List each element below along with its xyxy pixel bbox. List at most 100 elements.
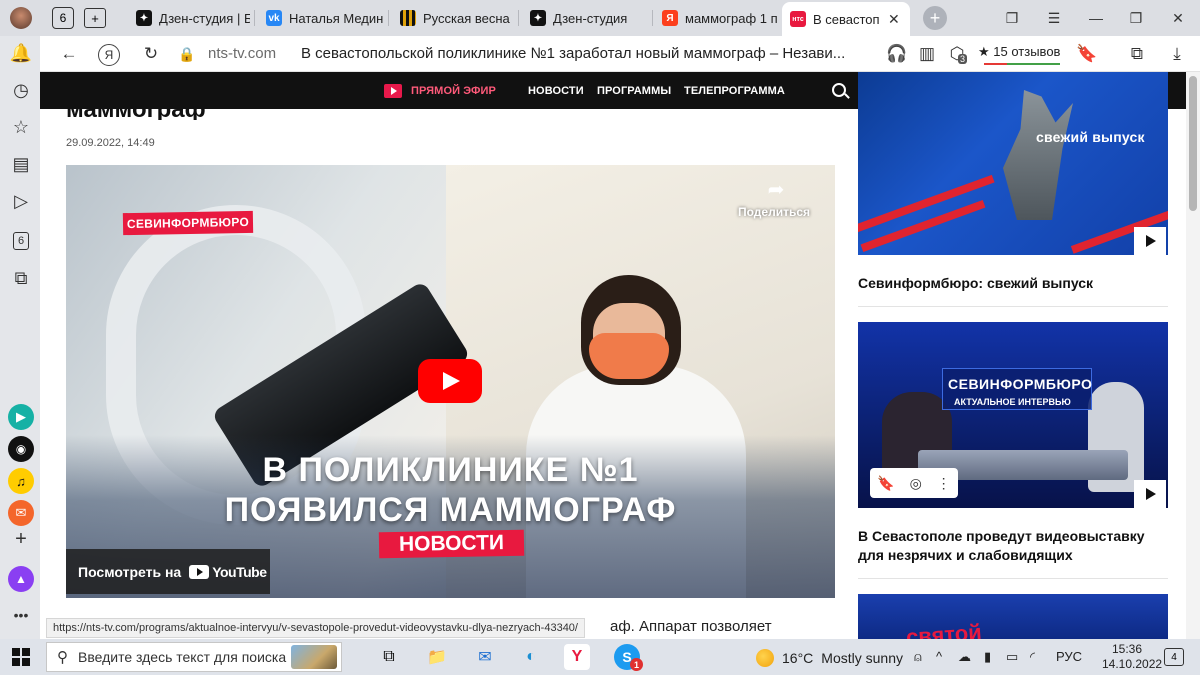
- taskbar-search[interactable]: ⚲ Введите здесь текст для поиска: [46, 642, 342, 672]
- new-tab-button[interactable]: +: [923, 6, 947, 30]
- bookmarks-panel-icon[interactable]: ❐: [992, 0, 1032, 36]
- page-scrollbar[interactable]: [1186, 72, 1200, 639]
- usb-icon[interactable]: ▮: [984, 649, 991, 665]
- card-thumbnail-3[interactable]: святой: [858, 594, 1168, 639]
- more-icon[interactable]: ⋮: [937, 475, 951, 492]
- watch-on-youtube-button[interactable]: Посмотреть на YouTube: [66, 549, 270, 594]
- nav-programs[interactable]: ПРОГРАММЫ: [597, 85, 671, 97]
- video-headline-1: В ПОЛИКЛИНИКЕ №1: [262, 451, 639, 489]
- back-icon[interactable]: ←: [58, 44, 80, 64]
- mail-icon[interactable]: ✉: [8, 500, 34, 526]
- bookmark-icon[interactable]: 🔖: [877, 475, 894, 492]
- page-title[interactable]: В севастопольской поликлинике №1 заработ…: [301, 45, 861, 62]
- taskbar: ⚲ Введите здесь текст для поиска ⧉ 📁 ✉ ◐…: [0, 639, 1200, 675]
- nav-news[interactable]: НОВОСТИ: [528, 85, 584, 97]
- card-thumbnail-2[interactable]: СЕВИНФОРМБЮРО АКТУАЛЬНОЕ ИНТЕРВЬЮ 🔖 ◎ ⋮: [858, 322, 1168, 508]
- yandex-icon[interactable]: Я: [98, 44, 120, 66]
- play-icon[interactable]: ▷: [8, 188, 34, 214]
- card-thumb-label: святой: [905, 619, 983, 639]
- weather-widget[interactable]: 16°C Mostly sunny: [756, 649, 903, 667]
- battery-icon[interactable]: ▭: [1006, 649, 1018, 665]
- tab-active[interactable]: нтс В севастопол ✕: [782, 2, 910, 36]
- history-icon[interactable]: ◷: [8, 77, 34, 103]
- play-icon[interactable]: [1134, 480, 1166, 508]
- screenshot-icon[interactable]: ⧉: [8, 265, 34, 291]
- share-button[interactable]: Поделиться: [738, 205, 810, 219]
- russian-spring-icon: [400, 10, 416, 26]
- nts-icon: нтс: [790, 11, 806, 27]
- youtube-play-button[interactable]: [418, 359, 482, 403]
- add-icon[interactable]: +: [8, 526, 34, 552]
- tab-separator: [652, 10, 653, 26]
- edge-icon[interactable]: ◐: [518, 644, 544, 670]
- share-icon[interactable]: ➦: [764, 177, 788, 201]
- more-icon[interactable]: •••: [8, 602, 34, 628]
- url-domain[interactable]: nts-tv.com: [208, 45, 276, 62]
- video-player[interactable]: СЕВИНФОРМБЮРО ➦ Поделиться В ПОЛИКЛИНИКЕ…: [66, 165, 835, 598]
- bookmark-icon[interactable]: 🔖: [1076, 44, 1098, 64]
- file-explorer-icon[interactable]: 📁: [424, 644, 450, 670]
- tab-counter-icon[interactable]: 6: [8, 228, 34, 254]
- minimize-icon[interactable]: —: [1076, 0, 1116, 36]
- task-view-icon[interactable]: ⧉: [376, 644, 402, 670]
- nav-tv-schedule[interactable]: ТЕЛЕПРОГРАММА: [684, 85, 785, 97]
- wifi-icon[interactable]: ◜: [1030, 649, 1035, 665]
- image-toolbar: 🔖 ◎ ⋮: [870, 468, 958, 498]
- tab-3[interactable]: Русская весна: [392, 4, 516, 32]
- profile-avatar[interactable]: [10, 7, 32, 29]
- collections-icon[interactable]: ⧉: [1126, 44, 1148, 64]
- language-indicator[interactable]: РУС: [1056, 649, 1082, 664]
- lock-icon[interactable]: 🔒: [176, 44, 198, 64]
- reviews-rating-bar: [984, 63, 1060, 65]
- taskbar-clock[interactable]: 15:36 14.10.2022: [1102, 642, 1162, 672]
- camera-search-icon[interactable]: ◎: [910, 475, 922, 492]
- live-icon[interactable]: [384, 84, 402, 98]
- reader-icon[interactable]: ▥: [916, 44, 938, 64]
- bell-icon[interactable]: 🔔: [8, 40, 34, 66]
- dzen-icon: ✦: [530, 10, 546, 26]
- nav-live[interactable]: ПРЯМОЙ ЭФИР: [411, 85, 496, 97]
- card-title-2[interactable]: В Севастополе проведут видеовыставку для…: [858, 527, 1168, 565]
- tray-chevron-icon[interactable]: ^: [936, 649, 942, 664]
- play-icon[interactable]: [1134, 227, 1166, 255]
- watch-on-label: Посмотреть на: [78, 563, 182, 580]
- people-icon[interactable]: ⍝: [914, 649, 922, 665]
- headphones-icon[interactable]: 🎧: [886, 44, 908, 64]
- mail-app-icon[interactable]: ✉: [472, 644, 498, 670]
- refresh-icon[interactable]: ↻: [140, 44, 162, 64]
- tab-5[interactable]: Я маммограф 1 п: [654, 4, 778, 32]
- clock-time: 15:36: [1111, 642, 1143, 656]
- windows-start-icon[interactable]: [12, 648, 30, 666]
- tab-2[interactable]: vk Наталья Медин: [258, 4, 384, 32]
- restore-icon[interactable]: ❐: [1116, 0, 1156, 36]
- tab-counter-button[interactable]: 6: [52, 7, 74, 29]
- card-thumbnail-1[interactable]: свежий выпуск: [858, 72, 1168, 255]
- collections-icon[interactable]: ▤: [8, 151, 34, 177]
- cloud-icon[interactable]: ☁: [958, 649, 971, 665]
- notifications-icon[interactable]: 4: [1164, 648, 1184, 666]
- tab-4[interactable]: ✦ Дзен-студия: [522, 4, 650, 32]
- close-tab-icon[interactable]: ✕: [888, 11, 900, 28]
- alice-icon[interactable]: ▲: [8, 566, 34, 592]
- screen: 6 + ✦ Дзен-студия | Б vk Наталья Медин Р…: [0, 0, 1200, 675]
- new-tab-group-icon[interactable]: +: [84, 8, 106, 28]
- tab-label: Наталья Медин: [289, 10, 384, 26]
- tab-label: В севастопол: [813, 11, 879, 27]
- extensions-icon[interactable]: ⬡ 3: [946, 44, 968, 64]
- yandex-icon: Я: [662, 10, 678, 26]
- tab-1[interactable]: ✦ Дзен-студия | Б: [128, 4, 250, 32]
- card-title-1[interactable]: Севинформбюро: свежий выпуск: [858, 274, 1168, 293]
- web-page: маммограф ПРЯМОЙ ЭФИР НОВОСТИ ПРОГРАММЫ …: [40, 72, 1186, 639]
- close-window-icon[interactable]: ✕: [1158, 0, 1198, 36]
- download-icon[interactable]: ⤓: [1166, 44, 1188, 64]
- music-icon[interactable]: ♫: [8, 468, 34, 494]
- menu-icon[interactable]: ☰: [1034, 0, 1074, 36]
- alice-play-icon[interactable]: ▶: [8, 404, 34, 430]
- yandex-browser-icon[interactable]: Y: [564, 644, 590, 670]
- star-icon[interactable]: ☆: [8, 114, 34, 140]
- scrollbar-thumb[interactable]: [1189, 76, 1197, 211]
- skype-icon[interactable]: S1: [614, 644, 643, 671]
- search-icon[interactable]: [832, 83, 850, 99]
- reviews-button[interactable]: ★ 15 отзывов: [978, 44, 1060, 60]
- camera-icon[interactable]: ◉: [8, 436, 34, 462]
